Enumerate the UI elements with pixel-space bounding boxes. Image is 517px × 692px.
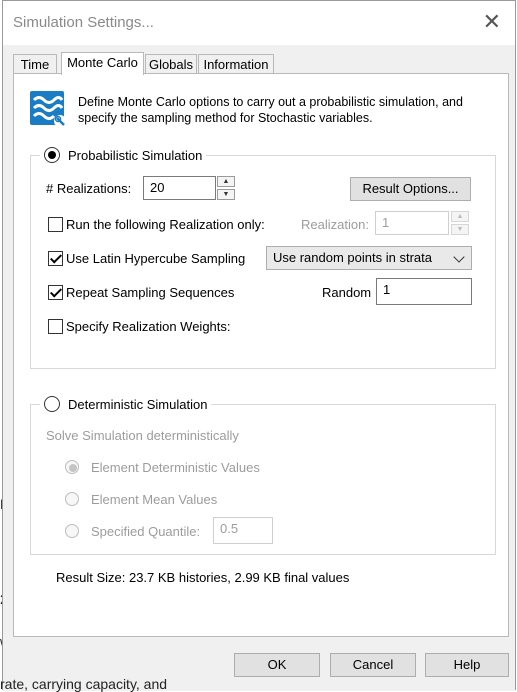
- spin-down-icon[interactable]: ▼: [451, 224, 469, 235]
- run-only-label: Run the following Realization only:: [66, 217, 265, 232]
- background-text: rate, carrying capacity, and: [0, 676, 168, 692]
- element-deterministic-label: Element Deterministic Values: [91, 460, 260, 475]
- realization-label: Realization:: [301, 217, 369, 232]
- weights-label: Specify Realization Weights:: [66, 319, 231, 334]
- specified-quantile-radio[interactable]: [65, 524, 79, 538]
- spin-down-icon[interactable]: ▼: [217, 189, 235, 200]
- random-seed-input[interactable]: 1: [376, 278, 472, 305]
- weights-checkbox[interactable]: [48, 319, 63, 334]
- title-bar: Simulation Settings... ✕: [3, 1, 515, 45]
- probabilistic-radio[interactable]: Probabilistic Simulation: [40, 147, 207, 163]
- deterministic-radio-dot[interactable]: [44, 396, 60, 412]
- element-mean-label: Element Mean Values: [91, 492, 218, 507]
- realizations-spinner[interactable]: ▲ ▼: [217, 176, 235, 200]
- element-deterministic-radio[interactable]: [65, 460, 79, 474]
- result-options-button[interactable]: Result Options...: [350, 177, 471, 201]
- monte-carlo-settings-icon: [30, 91, 66, 127]
- quantile-input[interactable]: 0.5: [213, 517, 273, 544]
- description-text: Define Monte Carlo options to carry out …: [78, 95, 463, 125]
- repeat-sampling-label: Repeat Sampling Sequences: [66, 285, 235, 300]
- deterministic-label: Deterministic Simulation: [68, 396, 208, 412]
- ok-button[interactable]: OK: [234, 653, 320, 677]
- probabilistic-label: Probabilistic Simulation: [68, 147, 203, 163]
- realizations-label: # Realizations:: [46, 181, 132, 196]
- run-only-checkbox[interactable]: [48, 217, 63, 232]
- spin-up-icon[interactable]: ▲: [451, 211, 469, 222]
- tab-information[interactable]: Information: [198, 54, 274, 74]
- lhs-method-value: Use random points in strata: [273, 250, 432, 265]
- random-label: Random: [322, 285, 372, 300]
- element-mean-radio[interactable]: [65, 492, 79, 506]
- repeat-sampling-checkbox[interactable]: [48, 285, 63, 300]
- simulation-settings-dialog: Simulation Settings... ✕ Time Monte Carl…: [2, 0, 516, 691]
- cancel-button[interactable]: Cancel: [330, 653, 416, 677]
- window-title: Simulation Settings...: [13, 14, 154, 31]
- realization-input[interactable]: 1: [375, 211, 449, 235]
- close-icon[interactable]: ✕: [483, 11, 501, 33]
- probabilistic-radio-dot[interactable]: [44, 147, 60, 163]
- monte-carlo-panel: Define Monte Carlo options to carry out …: [13, 73, 509, 637]
- result-size-text: Result Size: 23.7 KB histories, 2.99 KB …: [56, 570, 350, 585]
- deterministic-radio[interactable]: Deterministic Simulation: [40, 396, 212, 412]
- lhs-checkbox[interactable]: [48, 251, 63, 266]
- tab-monte-carlo[interactable]: Monte Carlo: [61, 52, 144, 75]
- lhs-method-select[interactable]: Use random points in strata: [266, 246, 472, 270]
- help-button[interactable]: Help: [425, 653, 509, 677]
- tab-time[interactable]: Time: [13, 54, 57, 74]
- realization-spinner[interactable]: ▲ ▼: [451, 211, 469, 235]
- tab-globals[interactable]: Globals: [145, 54, 197, 74]
- lhs-label: Use Latin Hypercube Sampling: [66, 251, 246, 266]
- spin-up-icon[interactable]: ▲: [217, 176, 235, 187]
- chevron-down-icon: [453, 251, 465, 263]
- realizations-input[interactable]: 20: [143, 176, 216, 200]
- solve-deterministic-label: Solve Simulation deterministically: [46, 428, 239, 443]
- specified-quantile-label: Specified Quantile:: [91, 524, 201, 539]
